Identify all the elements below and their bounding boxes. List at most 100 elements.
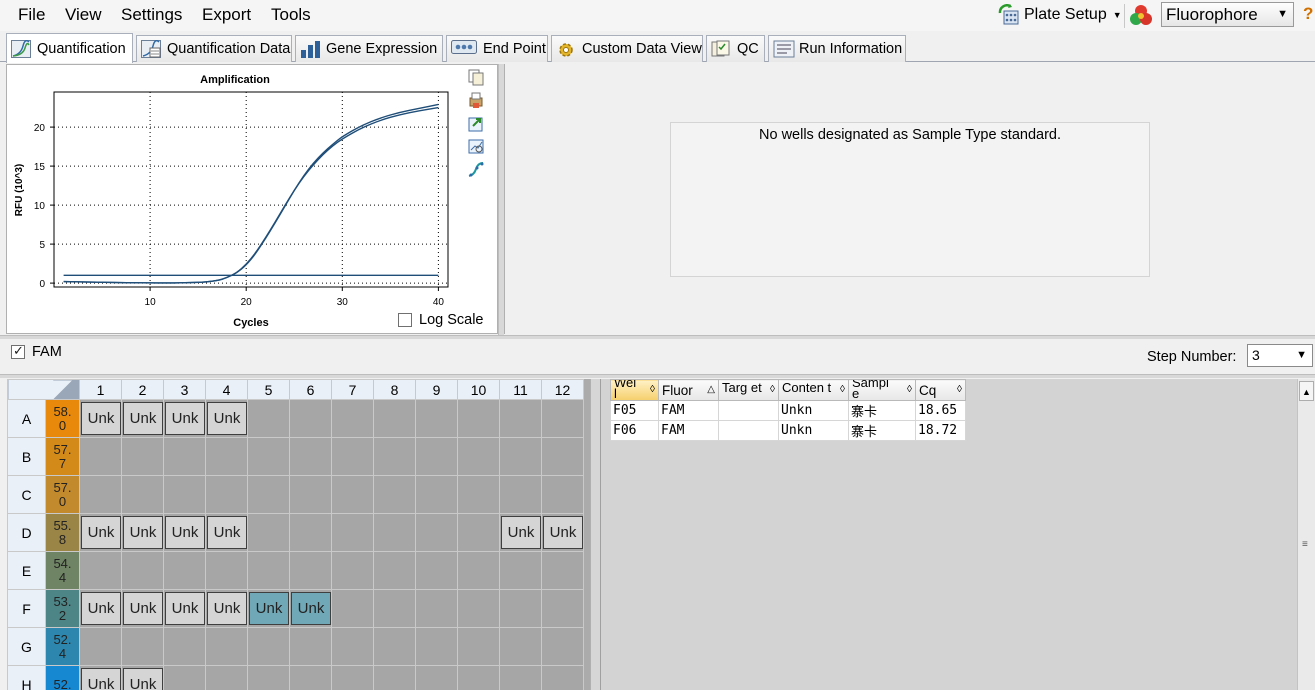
- sort-ascending-icon[interactable]: △: [707, 384, 715, 395]
- plate-well[interactable]: Unk: [121, 589, 164, 628]
- plate-well[interactable]: [457, 437, 500, 476]
- plate-well[interactable]: [121, 627, 164, 666]
- plate-well[interactable]: [373, 627, 416, 666]
- plate-well[interactable]: [247, 475, 290, 514]
- plate-well[interactable]: [415, 399, 458, 438]
- horizontal-splitter-lower[interactable]: [0, 374, 1315, 378]
- menu-settings[interactable]: Settings: [121, 5, 182, 25]
- plate-corner[interactable]: [7, 379, 80, 400]
- plate-well[interactable]: [415, 589, 458, 628]
- plate-well[interactable]: [247, 513, 290, 552]
- plate-well[interactable]: [331, 627, 374, 666]
- plate-well[interactable]: [79, 551, 122, 590]
- plate-well[interactable]: [163, 627, 206, 666]
- menu-export[interactable]: Export: [202, 5, 251, 25]
- plate-well[interactable]: [499, 589, 542, 628]
- plate-well[interactable]: Unk: [541, 513, 584, 552]
- results-column-header[interactable]: Conten t ◊: [778, 379, 849, 401]
- plate-well[interactable]: [499, 399, 542, 438]
- plate-well[interactable]: [289, 513, 332, 552]
- plate-well[interactable]: [289, 551, 332, 590]
- plate-well[interactable]: [373, 475, 416, 514]
- plate-well[interactable]: [415, 665, 458, 690]
- plate-well[interactable]: [205, 627, 248, 666]
- plate-well[interactable]: [415, 551, 458, 590]
- plate-well[interactable]: [457, 551, 500, 590]
- plate-row-header[interactable]: A: [7, 399, 46, 438]
- plate-well[interactable]: [331, 475, 374, 514]
- plate-well[interactable]: [457, 475, 500, 514]
- plate-well[interactable]: [121, 437, 164, 476]
- plate-well[interactable]: Unk: [205, 513, 248, 552]
- results-column-header[interactable]: Targ et ◊: [718, 379, 779, 401]
- plate-well[interactable]: [79, 475, 122, 514]
- plate-well[interactable]: [415, 437, 458, 476]
- plate-well[interactable]: [289, 665, 332, 690]
- plate-well[interactable]: [331, 665, 374, 690]
- plate-row-header[interactable]: F: [7, 589, 46, 628]
- plate-well[interactable]: [331, 437, 374, 476]
- plate-well[interactable]: [373, 551, 416, 590]
- plate-well[interactable]: [415, 475, 458, 514]
- plate-well[interactable]: Unk: [79, 589, 122, 628]
- plate-well[interactable]: [289, 627, 332, 666]
- plate-well[interactable]: [205, 551, 248, 590]
- plate-well[interactable]: Unk: [163, 513, 206, 552]
- plate-well[interactable]: [541, 627, 584, 666]
- plate-well[interactable]: [163, 475, 206, 514]
- log-scale-checkbox-box[interactable]: [398, 313, 412, 327]
- plate-well[interactable]: [541, 589, 584, 628]
- plate-column-header[interactable]: 10: [457, 379, 500, 400]
- plate-column-header[interactable]: 9: [415, 379, 458, 400]
- scroll-grip-icon[interactable]: ≡: [1302, 539, 1308, 550]
- plate-row-header[interactable]: D: [7, 513, 46, 552]
- step-number-select[interactable]: 3 ▼: [1247, 344, 1313, 367]
- plate-well[interactable]: [163, 437, 206, 476]
- plate-well[interactable]: [289, 475, 332, 514]
- plate-well[interactable]: [373, 665, 416, 690]
- plate-column-header[interactable]: 2: [121, 379, 164, 400]
- plate-well[interactable]: [79, 627, 122, 666]
- plate-well[interactable]: Unk: [163, 589, 206, 628]
- plate-column-header[interactable]: 5: [247, 379, 290, 400]
- plate-well[interactable]: Unk: [121, 513, 164, 552]
- sort-icon[interactable]: ◊: [957, 384, 962, 395]
- plate-well[interactable]: [457, 589, 500, 628]
- plate-column-header[interactable]: 11: [499, 379, 542, 400]
- table-row[interactable]: F06 FAM Unkn 寨卡 18.72: [610, 420, 966, 441]
- table-row[interactable]: F05 FAM Unkn 寨卡 18.65: [610, 400, 966, 421]
- plate-well[interactable]: [499, 437, 542, 476]
- curve-fit-icon[interactable]: [468, 161, 484, 181]
- plate-row-header[interactable]: C: [7, 475, 46, 514]
- menu-tools[interactable]: Tools: [271, 5, 311, 25]
- plate-well[interactable]: [79, 437, 122, 476]
- plate-well[interactable]: [373, 589, 416, 628]
- plate-column-header[interactable]: 1: [79, 379, 122, 400]
- plate-well[interactable]: Unk: [499, 513, 542, 552]
- fam-checkbox[interactable]: [11, 343, 25, 359]
- plate-well[interactable]: Unk: [79, 665, 122, 690]
- fluorophore-select[interactable]: Fluorophore ▼: [1161, 2, 1294, 27]
- plate-well[interactable]: [247, 551, 290, 590]
- plate-well[interactable]: [541, 665, 584, 690]
- menu-view[interactable]: View: [65, 5, 102, 25]
- plate-well[interactable]: [373, 513, 416, 552]
- horizontal-splitter[interactable]: [0, 335, 1315, 339]
- plate-column-header[interactable]: 7: [331, 379, 374, 400]
- plate-well[interactable]: [247, 627, 290, 666]
- tab-quantification-data[interactable]: Quantification Data: [136, 35, 292, 62]
- plate-well[interactable]: [205, 475, 248, 514]
- plate-well[interactable]: [457, 665, 500, 690]
- plate-well[interactable]: Unk: [205, 399, 248, 438]
- plate-well[interactable]: [457, 627, 500, 666]
- plate-well[interactable]: [541, 551, 584, 590]
- plate-well[interactable]: [499, 475, 542, 514]
- plate-well[interactable]: Unk: [247, 589, 290, 628]
- plate-well[interactable]: [247, 665, 290, 690]
- plate-table-splitter[interactable]: [590, 379, 600, 690]
- results-column-header[interactable]: Wel l ◊: [610, 379, 659, 401]
- plate-well[interactable]: [331, 513, 374, 552]
- plate-well[interactable]: [499, 551, 542, 590]
- copy-icon[interactable]: [468, 69, 484, 89]
- sort-icon[interactable]: ◊: [770, 384, 775, 395]
